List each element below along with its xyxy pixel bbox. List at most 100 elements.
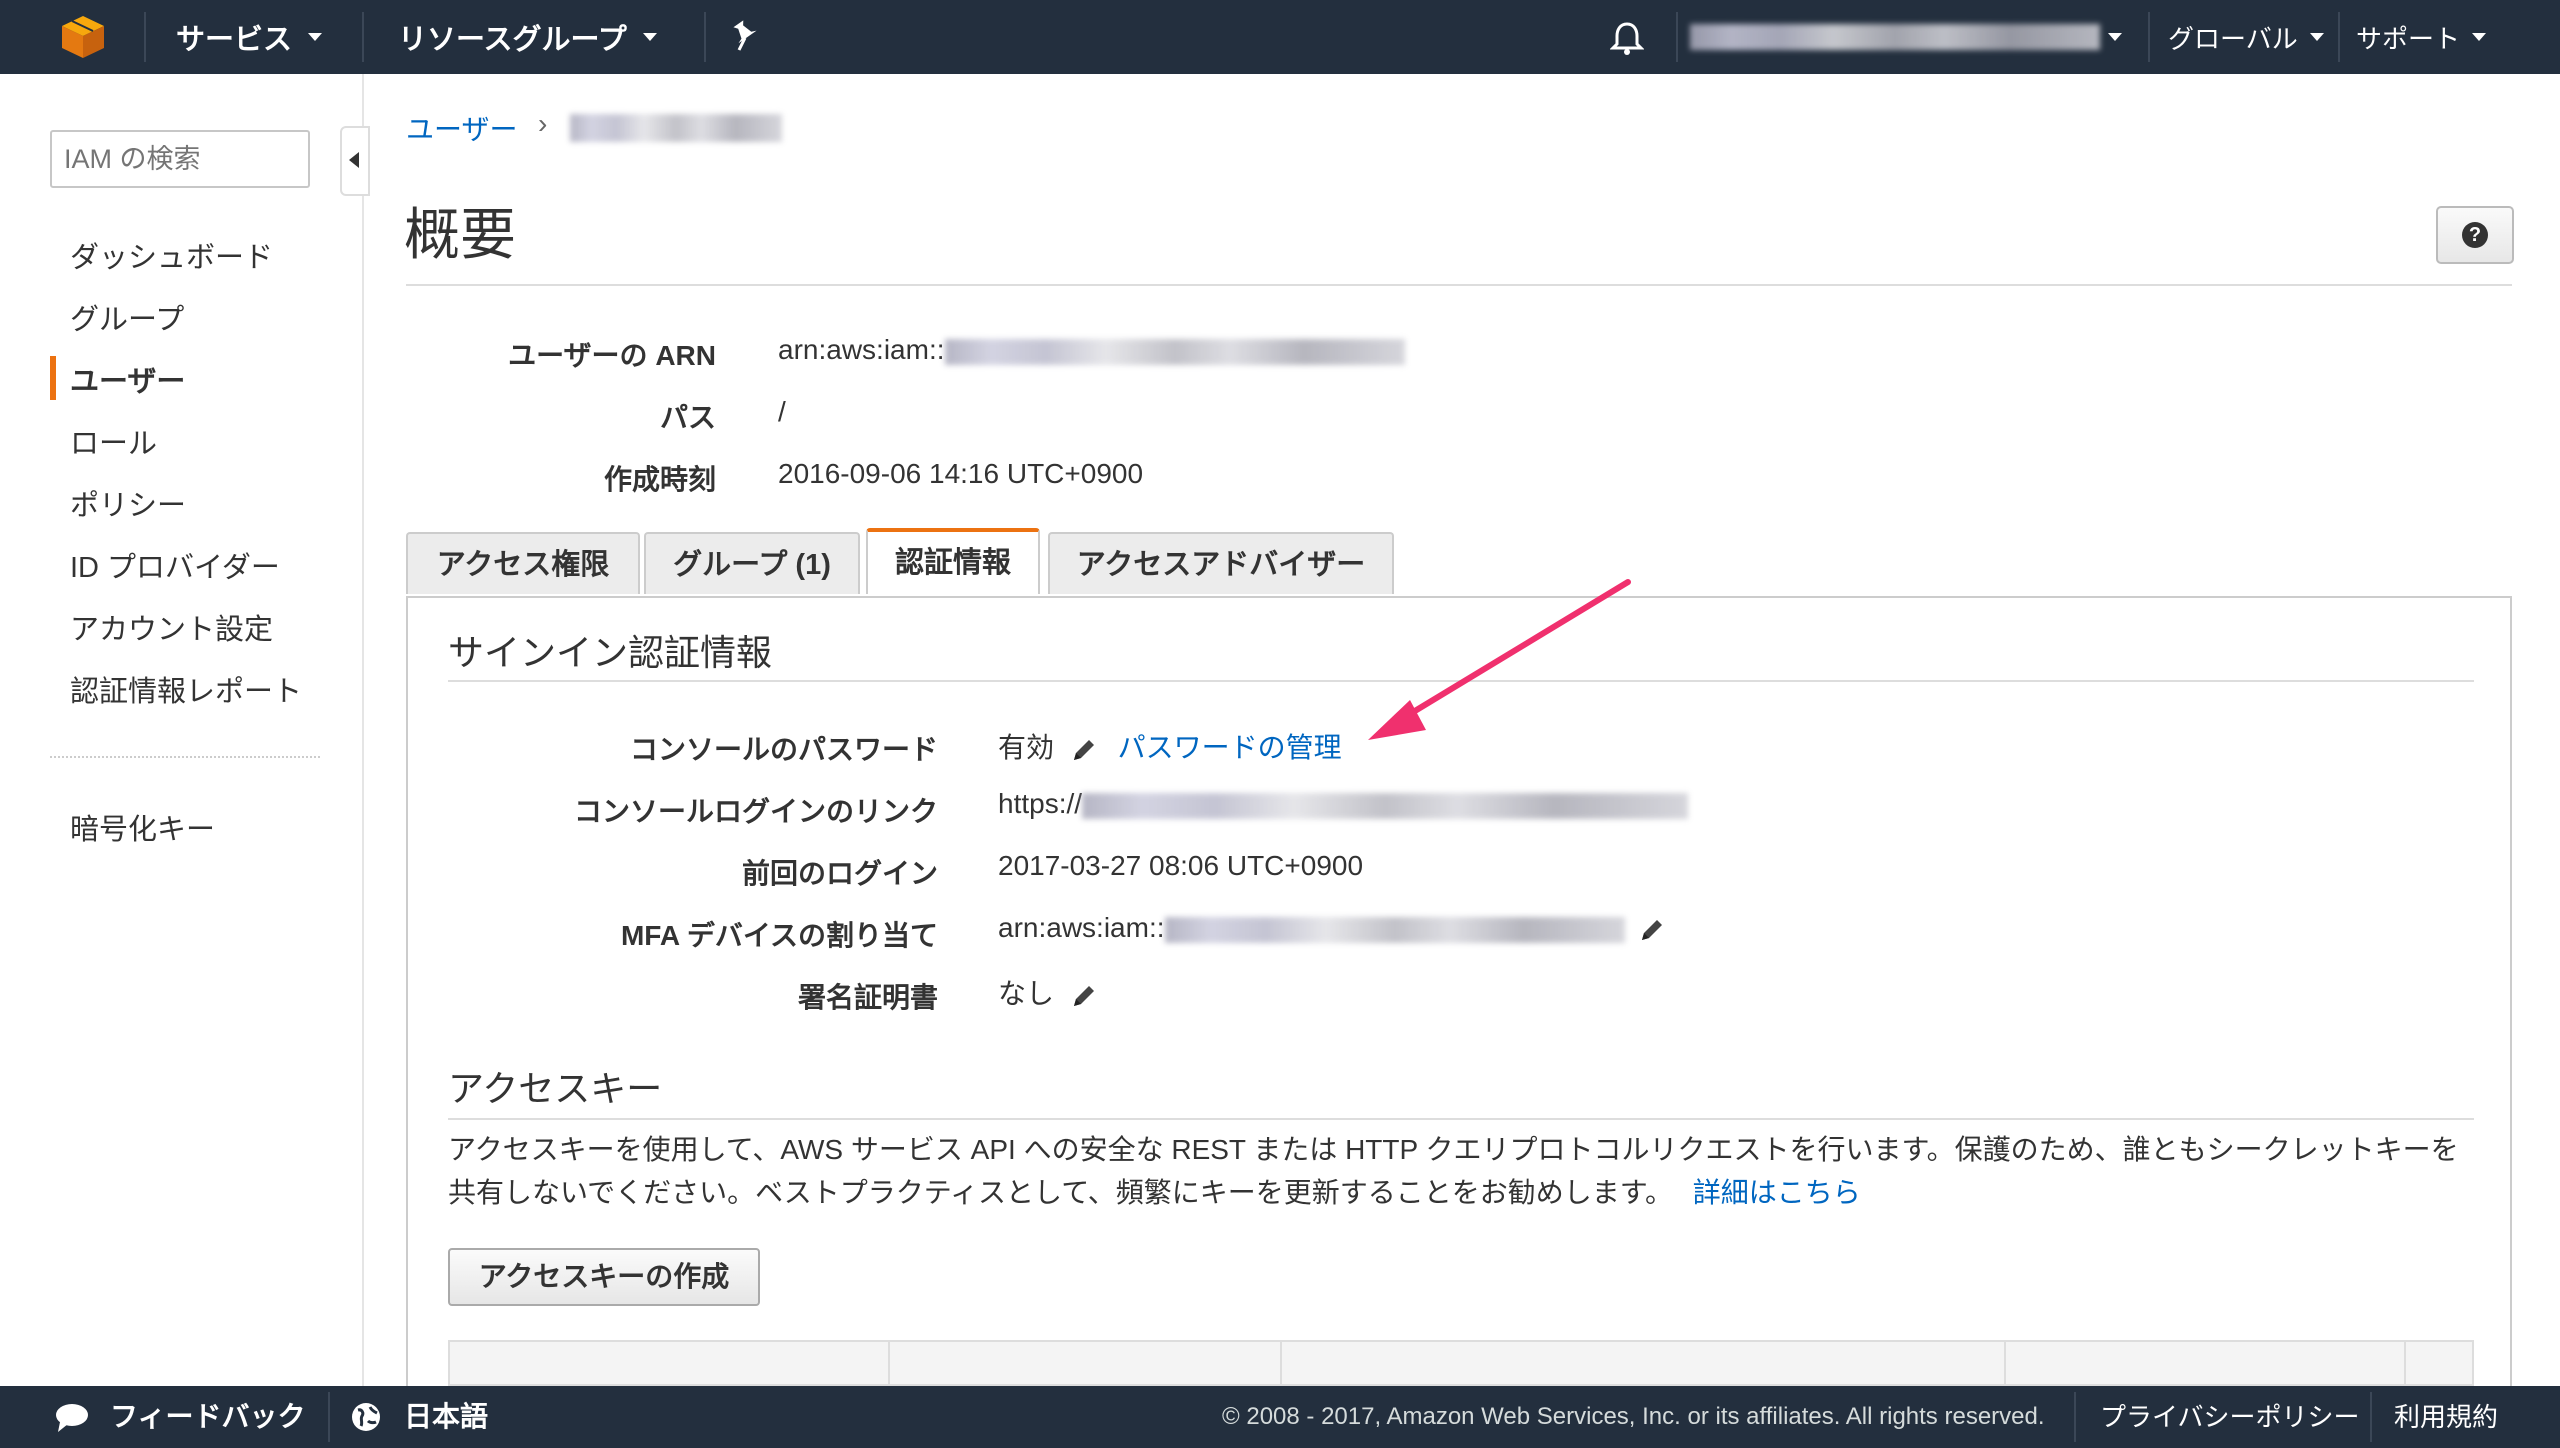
bell-icon[interactable] — [1610, 20, 1644, 56]
chevron-down-icon — [2309, 33, 2324, 41]
services-menu[interactable]: サービス — [176, 0, 323, 74]
sidebar-item-dashboard[interactable]: ダッシュボード — [70, 234, 273, 276]
table-column-divider — [2004, 1342, 2006, 1388]
console-link-label: コンソールログインのリンク — [573, 796, 938, 827]
arn-prefix: arn:aws:iam:: — [778, 334, 945, 365]
console-link-prefix: https:// — [998, 788, 1083, 819]
support-label: サポート — [2356, 23, 2461, 54]
console-link-value[interactable]: https:// — [998, 788, 1689, 820]
pencil-icon[interactable] — [1070, 736, 1098, 764]
pencil-icon[interactable] — [1070, 982, 1098, 1010]
question-icon: ? — [2462, 222, 2488, 248]
mfa-label: MFA デバイスの割り当て — [620, 920, 938, 951]
feedback-link[interactable]: フィードバック — [110, 1386, 305, 1448]
account-name-redacted — [1690, 24, 2100, 50]
signing-cert-value: なし — [998, 972, 1098, 1012]
access-keys-description: アクセスキーを使用して、AWS サービス API への安全な REST または … — [448, 1128, 2478, 1214]
signing-cert-status: なし — [998, 978, 1055, 1009]
mfa-value: arn:aws:iam:: — [998, 912, 1666, 944]
learn-more-link[interactable]: 詳細はこちら — [1693, 1177, 1861, 1208]
resource-groups-label: リソースグループ — [398, 24, 627, 56]
page-title: 概要 — [404, 203, 516, 266]
console-link-redacted — [1082, 792, 1689, 819]
access-keys-divider — [448, 1118, 2474, 1120]
breadcrumb-username-redacted — [570, 114, 782, 142]
arn-label: ユーザーの ARN — [508, 340, 716, 371]
globe-icon — [352, 1403, 380, 1431]
nav-divider — [704, 12, 706, 62]
table-column-divider — [1280, 1342, 1282, 1388]
mfa-prefix: arn:aws:iam:: — [998, 912, 1165, 943]
language-selector[interactable]: 日本語 — [404, 1386, 488, 1448]
path-value: / — [778, 396, 786, 427]
console-password-label: コンソールのパスワード — [629, 734, 938, 765]
nav-divider — [144, 12, 146, 62]
sidebar-divider — [50, 756, 320, 758]
account-menu[interactable] — [1690, 20, 2122, 54]
region-label: グローバル — [2168, 23, 2298, 54]
privacy-policy-link[interactable]: プライバシーポリシー — [2100, 1386, 2359, 1448]
chevron-down-icon — [2472, 33, 2487, 41]
nav-divider — [362, 12, 364, 62]
resource-groups-menu[interactable]: リソースグループ — [398, 0, 657, 74]
last-login-label: 前回のログイン — [741, 858, 938, 889]
nav-divider — [2338, 12, 2340, 62]
sidebar-item-identity-providers[interactable]: ID プロバイダー — [70, 544, 280, 586]
title-divider — [406, 284, 2512, 286]
active-item-indicator — [50, 356, 56, 400]
signin-section-title: サインイン認証情報 — [448, 632, 773, 673]
top-nav-bar: サービス リソースグループ グローバル サポート — [0, 0, 2560, 74]
pencil-icon[interactable] — [1638, 916, 1666, 944]
tab-groups[interactable]: グループ (1) — [644, 532, 860, 594]
footer-divider — [2370, 1392, 2372, 1442]
console-password-status: 有効 — [998, 732, 1055, 763]
terms-link[interactable]: 利用規約 — [2394, 1386, 2498, 1448]
table-column-divider — [2404, 1342, 2406, 1388]
footer-divider — [328, 1392, 330, 1442]
access-keys-table-header — [448, 1340, 2474, 1388]
create-access-key-button[interactable]: アクセスキーの作成 — [448, 1248, 760, 1306]
table-column-divider — [888, 1342, 890, 1388]
sidebar-item-policies[interactable]: ポリシー — [70, 482, 186, 524]
copyright-text: © 2008 - 2017, Amazon Web Services, Inc.… — [1222, 1403, 2045, 1430]
access-keys-description-text: アクセスキーを使用して、AWS サービス API への安全な REST または … — [448, 1134, 2459, 1208]
region-menu[interactable]: グローバル — [2168, 0, 2324, 74]
sidebar-item-credential-report[interactable]: 認証情報レポート — [70, 668, 302, 710]
created-value: 2016-09-06 14:16 UTC+0900 — [778, 458, 1144, 489]
chevron-down-icon — [308, 33, 323, 41]
sidebar-item-account-settings[interactable]: アカウント設定 — [70, 606, 273, 648]
aws-cube-logo-icon[interactable] — [58, 14, 108, 60]
help-button[interactable]: ? — [2436, 206, 2514, 264]
sidebar-item-groups[interactable]: グループ — [70, 296, 184, 338]
footer-bar: フィードバック 日本語 © 2008 - 2017, Amazon Web Se… — [0, 1386, 2560, 1448]
chevron-down-icon — [2108, 33, 2122, 41]
services-label: サービス — [176, 24, 293, 56]
breadcrumb-separator: › — [538, 108, 548, 139]
iam-search-input[interactable] — [50, 130, 310, 188]
path-label: パス — [659, 402, 716, 433]
footer-divider — [2074, 1392, 2076, 1442]
arn-redacted — [944, 338, 1405, 365]
annotation-arrow — [1368, 579, 1631, 740]
breadcrumb-users-link[interactable]: ユーザー — [406, 108, 517, 148]
sidebar-item-users[interactable]: ユーザー — [70, 358, 185, 400]
pin-icon[interactable] — [730, 20, 760, 54]
created-label: 作成時刻 — [603, 464, 716, 495]
arn-value: arn:aws:iam:: — [778, 334, 1405, 366]
access-keys-section-title: アクセスキー — [448, 1068, 663, 1109]
mfa-arn-redacted — [1164, 916, 1625, 943]
console-password-value: 有効 パスワードの管理 — [998, 726, 1342, 766]
speech-bubble-icon — [56, 1404, 88, 1432]
tab-permissions[interactable]: アクセス権限 — [406, 532, 640, 594]
sidebar-item-roles[interactable]: ロール — [70, 420, 157, 462]
chevron-down-icon — [642, 33, 657, 41]
nav-divider — [2148, 12, 2150, 62]
nav-divider — [1676, 12, 1678, 62]
sidebar-item-encryption-keys[interactable]: 暗号化キー — [70, 806, 215, 848]
collapse-sidebar-button[interactable] — [340, 126, 370, 196]
last-login-value: 2017-03-27 08:06 UTC+0900 — [998, 850, 1364, 881]
tab-security-credentials[interactable]: 認証情報 — [866, 528, 1040, 594]
signing-cert-label: 署名証明書 — [797, 982, 938, 1013]
support-menu[interactable]: サポート — [2356, 0, 2487, 74]
manage-password-link[interactable]: パスワードの管理 — [1118, 732, 1342, 763]
